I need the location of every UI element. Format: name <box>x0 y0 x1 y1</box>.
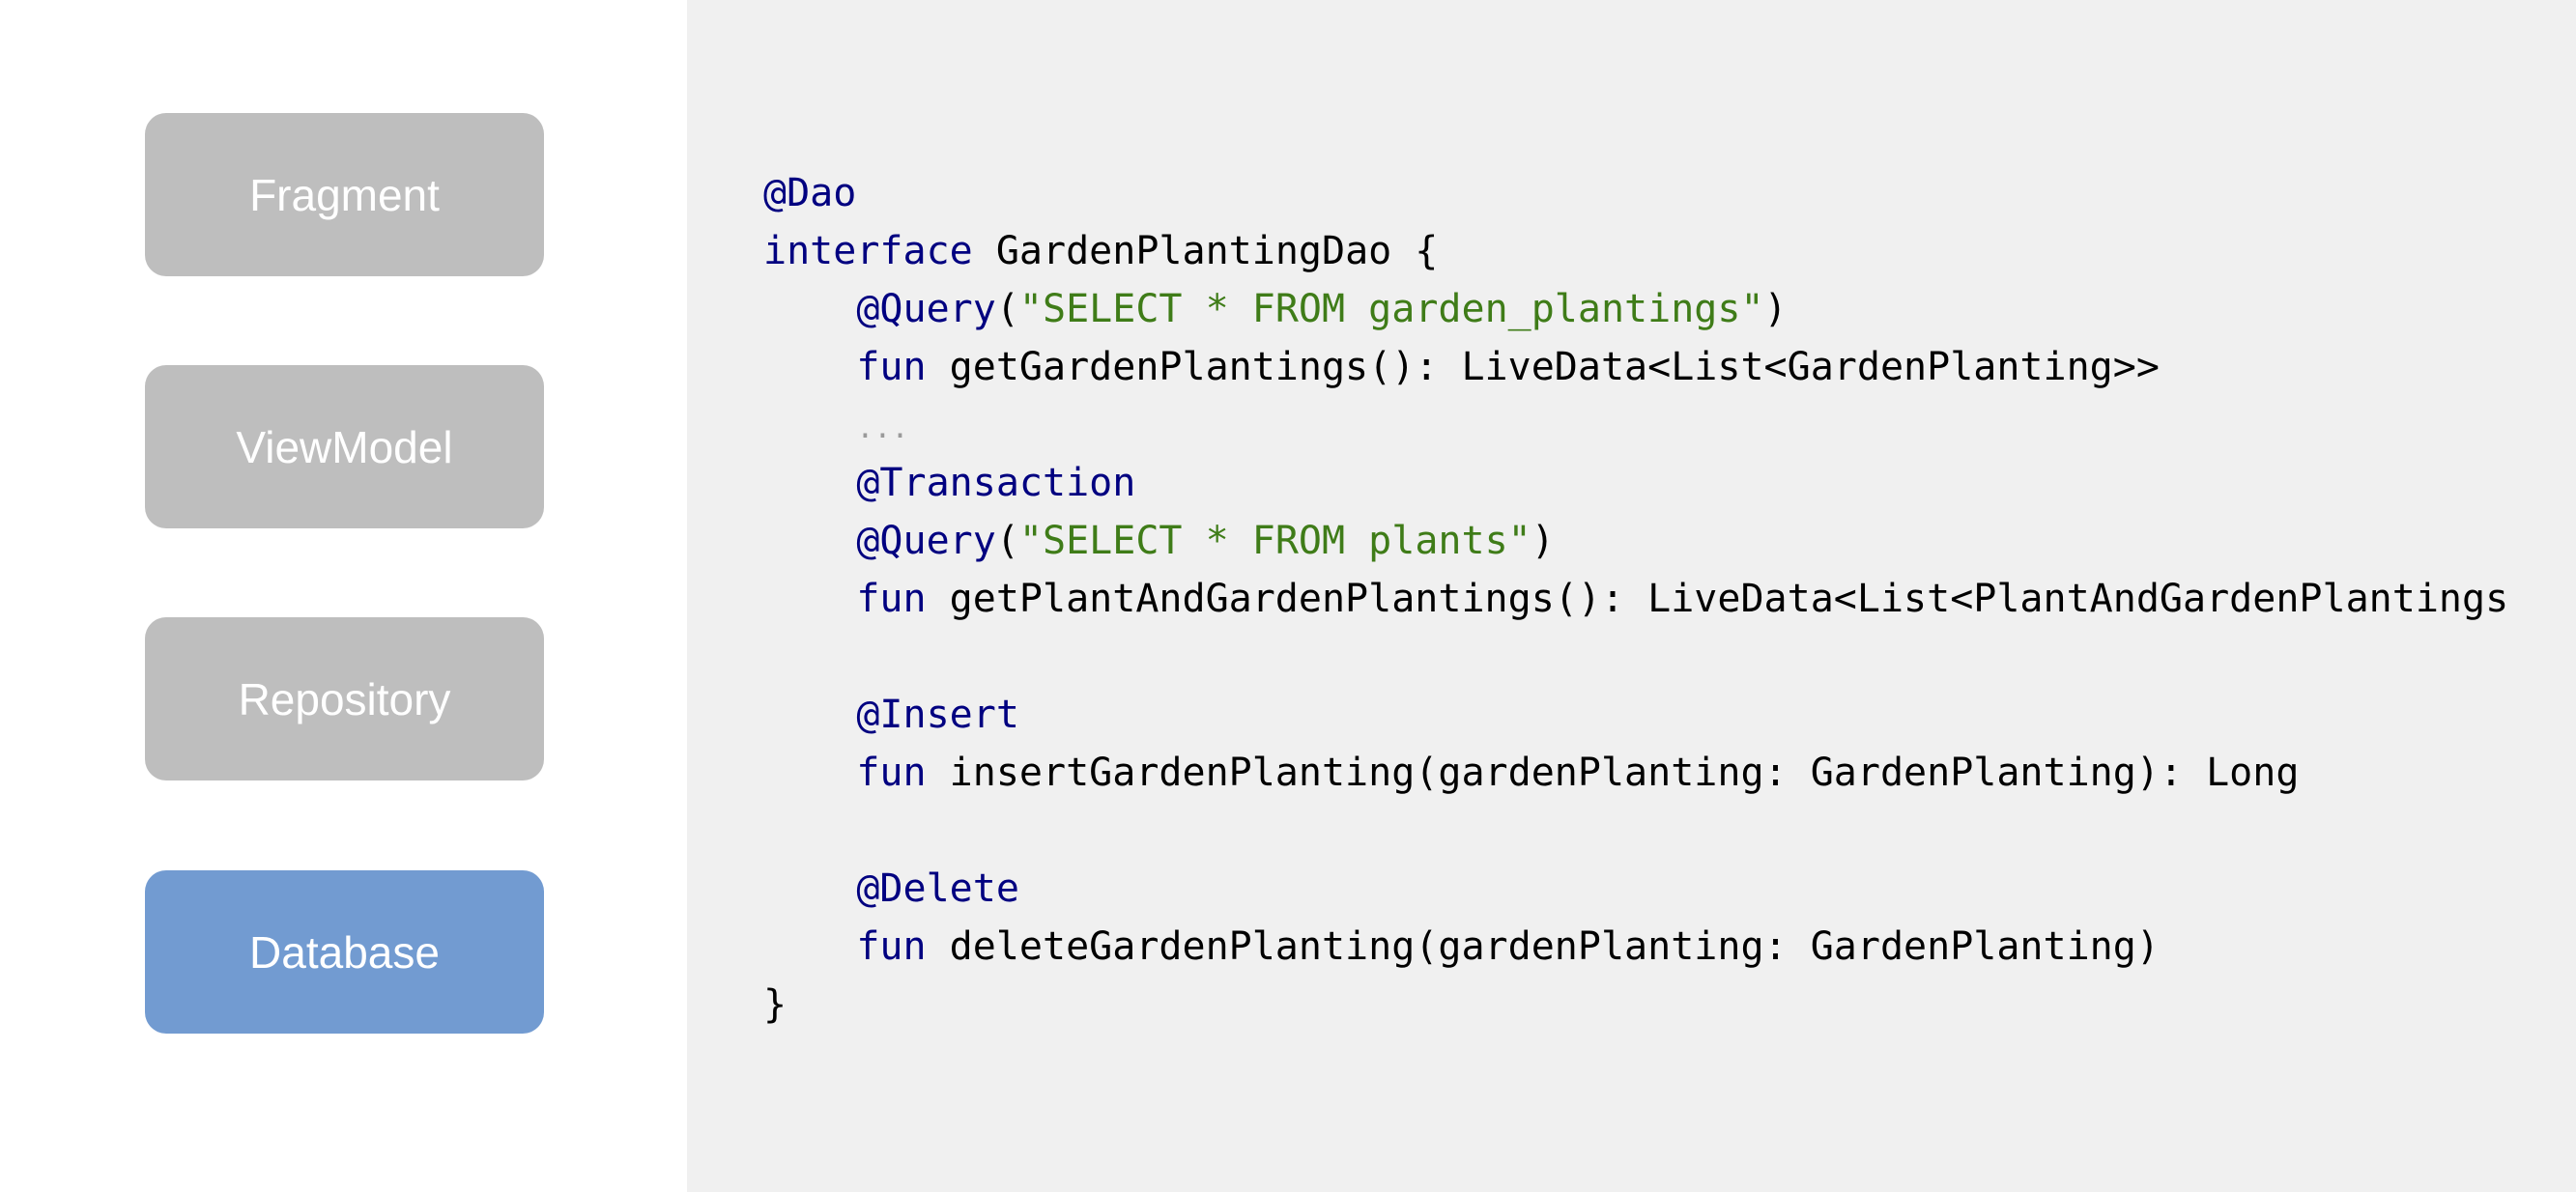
code-block: @Dao interface GardenPlantingDao { @Query… <box>763 164 2508 1034</box>
annotation-token: @Query <box>856 287 996 331</box>
keyword-token: fun <box>856 751 927 795</box>
keyword-token: fun <box>856 345 927 389</box>
code-line: interface GardenPlantingDao { <box>763 222 2508 280</box>
code-line: fun insertGardenPlanting(gardenPlanting:… <box>763 744 2508 802</box>
code-line: @Insert <box>763 686 2508 744</box>
code-text: GardenPlantingDao { <box>972 229 1439 273</box>
keyword-token: interface <box>763 229 973 273</box>
code-line: @Dao <box>763 164 2508 222</box>
code-text: } <box>763 982 787 1027</box>
code-line: fun getGardenPlantings(): LiveData<List<… <box>763 338 2508 396</box>
code-line: @Transaction <box>763 454 2508 512</box>
annotation-token: @Dao <box>763 171 857 215</box>
layer-database[interactable]: Database <box>145 870 544 1034</box>
keyword-token: fun <box>856 924 927 969</box>
code-line: @Delete <box>763 860 2508 918</box>
code-line: fun getPlantAndGardenPlantings(): LiveDa… <box>763 570 2508 628</box>
code-text: insertGardenPlanting(gardenPlanting: Gar… <box>926 751 2300 795</box>
code-text: ( <box>995 287 1019 331</box>
code-line: @Query("SELECT * FROM garden_plantings") <box>763 280 2508 338</box>
code-line: ... <box>763 396 2508 454</box>
string-token: "SELECT * FROM plants" <box>1018 519 1531 563</box>
layer-fragment[interactable]: Fragment <box>145 113 544 276</box>
comment-token: ... <box>856 412 909 445</box>
annotation-token: @Insert <box>856 693 1019 737</box>
layer-viewmodel[interactable]: ViewModel <box>145 365 544 528</box>
layer-repository[interactable]: Repository <box>145 617 544 780</box>
annotation-token: @Delete <box>856 866 1019 911</box>
architecture-layers: Fragment ViewModel Repository Database <box>0 0 687 1192</box>
keyword-token: fun <box>856 577 927 621</box>
string-token: "SELECT * FROM garden_plantings" <box>1018 287 1764 331</box>
code-text: ) <box>1763 287 1788 331</box>
code-text: deleteGardenPlanting(gardenPlanting: Gar… <box>926 924 2160 969</box>
code-text: ( <box>995 519 1019 563</box>
code-text: ) <box>1531 519 1555 563</box>
code-line: fun deleteGardenPlanting(gardenPlanting:… <box>763 918 2508 976</box>
code-text: getPlantAndGardenPlantings(): LiveData<L… <box>926 577 2509 621</box>
code-text: getGardenPlantings(): LiveData<List<Gard… <box>926 345 2160 389</box>
annotation-token: @Transaction <box>856 461 1136 505</box>
annotation-token: @Query <box>856 519 996 563</box>
code-panel: @Dao interface GardenPlantingDao { @Query… <box>687 0 2576 1192</box>
code-line: @Query("SELECT * FROM plants") <box>763 512 2508 570</box>
code-line: } <box>763 976 2508 1034</box>
